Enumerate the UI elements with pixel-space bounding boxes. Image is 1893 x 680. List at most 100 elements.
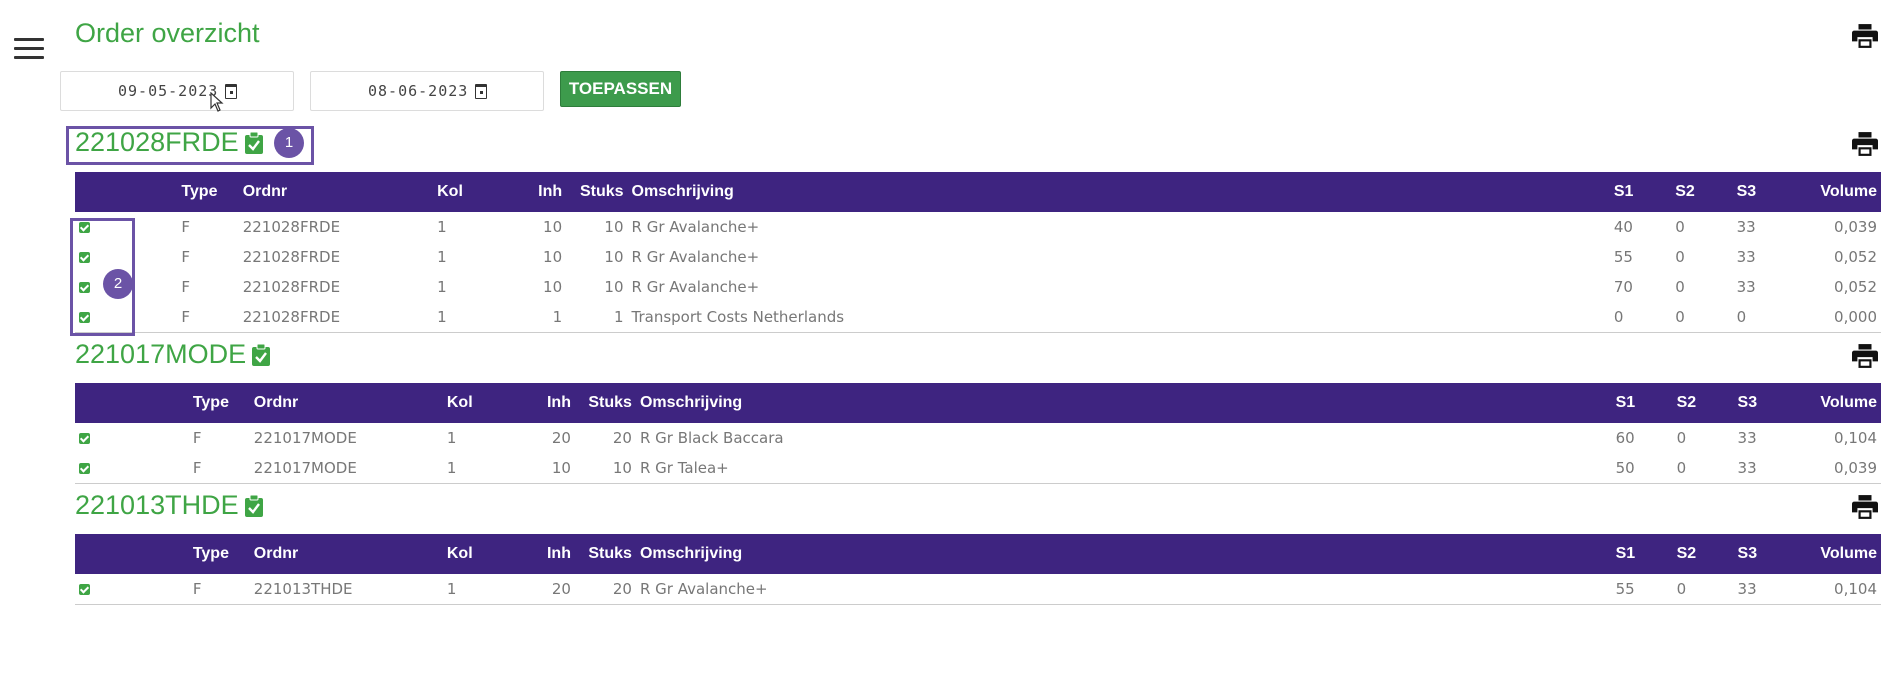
table-row[interactable]: F 221028FRDE 1 10 10 R Gr Avalanche+ 55 0 33 0,05… [75,242,1881,272]
annotation-badge-2: 2 [103,269,133,299]
column-header-s1[interactable]: S1 [1610,172,1671,212]
date-from-input[interactable]: 09-05-2023 [60,71,294,111]
column-header-s2[interactable]: S2 [1673,534,1734,574]
cell-s1: 50 [1615,459,1635,477]
cell-s3: 33 [1737,429,1757,447]
table-row[interactable]: F 221028FRDE 1 1 1 Transport Costs Netherland… [75,302,1881,333]
cell-stuks: 20 [612,580,632,598]
cell-s3: 0 [1736,308,1747,326]
cell-volume: 0,039 [1834,218,1877,236]
column-header-kol[interactable]: Kol [433,172,505,212]
menu-icon[interactable] [14,38,44,62]
table-row[interactable]: F 221017MODE 1 10 10 R Gr Talea+ 50 0 33 0,039 [75,453,1881,484]
print-icon[interactable] [1852,495,1878,523]
order-id: 221013THDE [75,490,239,520]
cell-inh: 10 [543,218,563,236]
order-title[interactable]: 221017MODE [75,339,271,370]
column-header-kol[interactable]: Kol [443,383,514,423]
column-header-omschrijving[interactable]: Omschrijving [628,172,1610,212]
table-row[interactable]: F 221017MODE 1 20 20 R Gr Black Baccara 60 0 33 0… [75,423,1881,453]
cell-volume: 0,052 [1834,248,1877,266]
cell-s2: 0 [1676,459,1687,477]
cell-kol: 1 [446,429,457,447]
table-row[interactable]: F 221013THDE 1 20 20 R Gr Avalanche+ 55 0 33 0,10… [75,574,1881,605]
column-header-type[interactable]: Type [189,383,250,423]
print-icon[interactable] [1852,132,1878,160]
print-icon[interactable] [1852,344,1878,372]
row-select-cell[interactable] [75,453,189,484]
column-header-omschrijving[interactable]: Omschrijving [636,534,1612,574]
column-header-inh[interactable]: Inh [505,172,566,212]
order-title[interactable]: 221013THDE [75,490,263,521]
cell-s2: 0 [1675,308,1685,326]
table-row[interactable]: F 221028FRDE 1 10 10 R Gr Avalanche+ 40 0 33 0,03… [75,212,1881,242]
cell-volume: 0,052 [1834,278,1877,296]
cell-volume: 0,039 [1834,459,1877,477]
column-header-s1[interactable]: S1 [1612,534,1673,574]
cell-kol: 1 [437,278,447,296]
cell-s3: 33 [1737,459,1757,477]
cell-omschrijving: R Gr Avalanche+ [631,248,760,266]
column-header-s3[interactable]: S3 [1734,383,1795,423]
cell-omschrijving: R Gr Avalanche+ [639,580,768,598]
cell-stuks: 10 [604,218,624,236]
column-header-ordnr[interactable]: Ordnr [250,383,443,423]
cell-s3: 33 [1736,248,1756,266]
date-from-value: 09-05-2023 [118,82,219,100]
calendar-icon[interactable] [225,84,237,99]
table-header-row: Type Ordnr Kol Inh Stuks Omschrijving S1 S2 S3 Vo… [75,383,1881,423]
column-header-s2[interactable]: S2 [1671,172,1732,212]
column-header-volume[interactable]: Volume [1795,534,1881,574]
calendar-icon[interactable] [475,84,487,99]
apply-button[interactable]: TOEPASSEN [560,71,681,107]
column-header-ordnr[interactable]: Ordnr [239,172,433,212]
cell-volume: 0,104 [1834,580,1877,598]
checkbox-checked-icon[interactable] [79,463,90,474]
checkbox-checked-icon[interactable] [79,433,90,444]
cell-s2: 0 [1675,278,1685,296]
cell-s2: 0 [1676,580,1687,598]
cell-inh: 20 [551,580,571,598]
cell-s1: 40 [1613,218,1633,236]
cell-s1: 55 [1615,580,1635,598]
column-header-type[interactable]: Type [189,534,250,574]
cell-type: F [181,278,190,296]
checkbox-checked-icon[interactable] [79,584,90,595]
column-header-volume[interactable]: Volume [1795,383,1881,423]
column-header-inh[interactable]: Inh [514,534,575,574]
cell-omschrijving: R Gr Black Baccara [639,429,784,447]
column-header-inh[interactable]: Inh [514,383,575,423]
cell-type: F [181,248,190,266]
column-header-ordnr[interactable]: Ordnr [250,534,443,574]
column-header-s3[interactable]: S3 [1733,172,1794,212]
cell-type: F [181,218,190,236]
column-header-volume[interactable]: Volume [1794,172,1881,212]
row-select-cell[interactable] [75,423,189,453]
cell-s3: 33 [1736,278,1756,296]
cell-ordnr: 221017MODE [253,459,357,477]
column-header-omschrijving[interactable]: Omschrijving [636,383,1612,423]
column-header-s2[interactable]: S2 [1673,383,1734,423]
cell-s2: 0 [1675,248,1685,266]
cell-s2: 0 [1675,218,1685,236]
column-header-stuks[interactable]: Stuks [566,172,627,212]
cell-kol: 1 [437,218,447,236]
cell-stuks: 1 [613,308,624,326]
column-header-stuks[interactable]: Stuks [575,534,636,574]
cell-s3: 33 [1736,218,1756,236]
column-header-type[interactable]: Type [177,172,238,212]
cell-omschrijving: Transport Costs Netherlands [631,308,845,326]
date-to-input[interactable]: 08-06-2023 [310,71,544,111]
table-row[interactable]: F 221028FRDE 1 10 10 R Gr Avalanche+ 70 0 33 0,05… [75,272,1881,302]
print-icon[interactable] [1852,24,1878,52]
column-header-s1[interactable]: S1 [1612,383,1673,423]
column-header-s3[interactable]: S3 [1734,534,1795,574]
cell-s3: 33 [1737,580,1757,598]
cell-kol: 1 [446,580,457,598]
column-header-kol[interactable]: Kol [443,534,514,574]
cell-ordnr: 221028FRDE [242,248,341,266]
cell-inh: 1 [552,308,563,326]
row-select-cell[interactable] [75,574,189,605]
header-select [75,534,189,574]
column-header-stuks[interactable]: Stuks [575,383,636,423]
